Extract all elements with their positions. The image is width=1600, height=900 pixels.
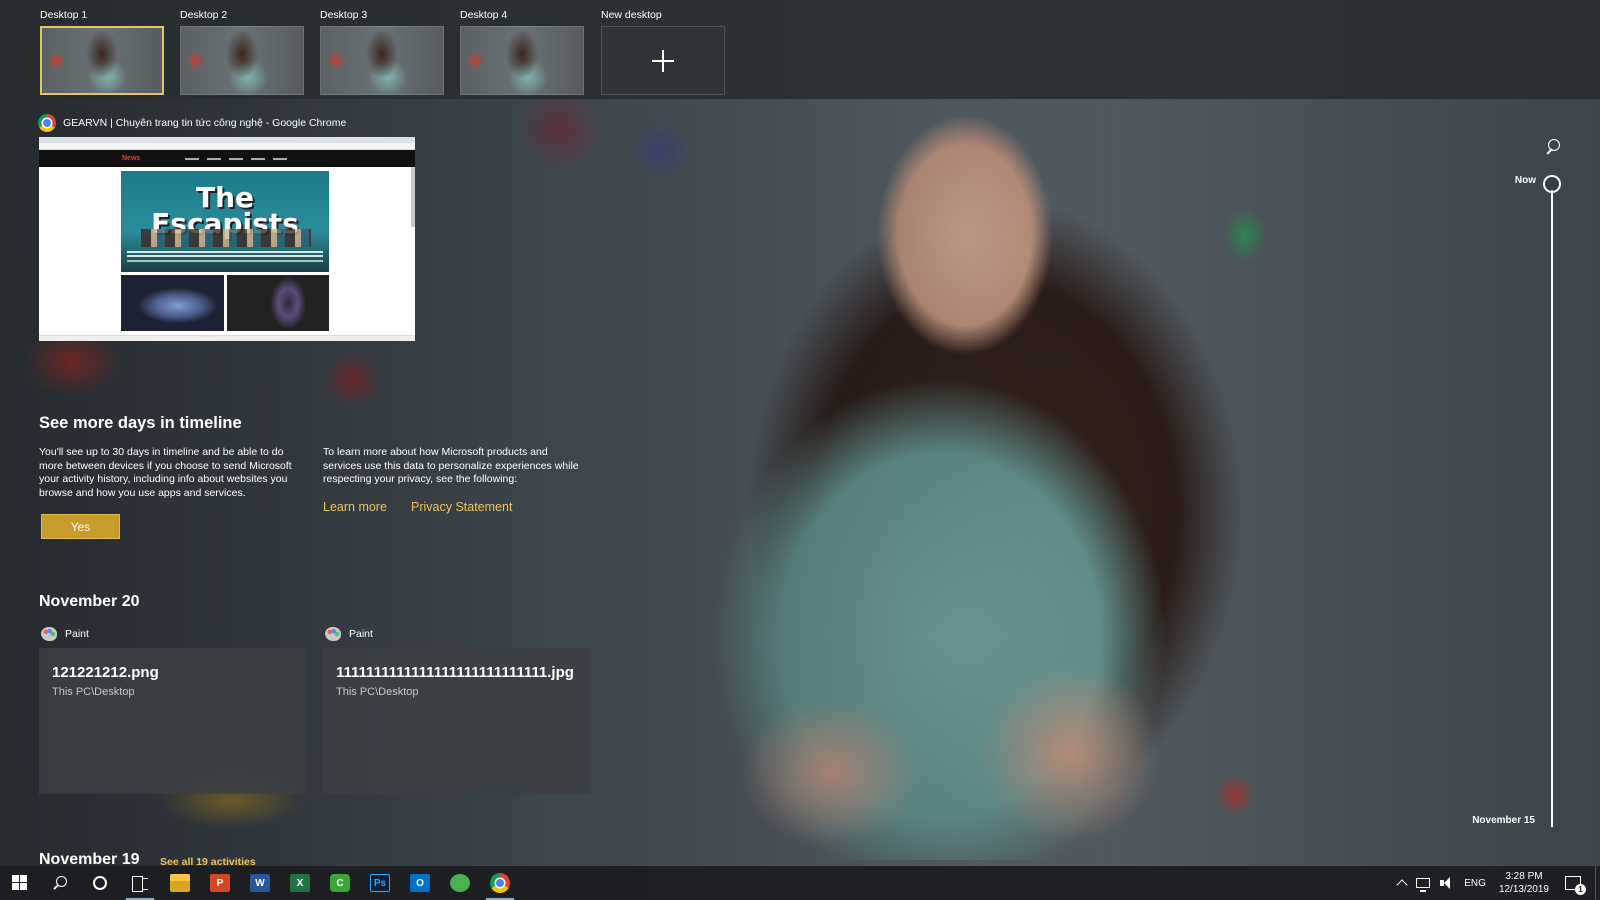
new-desktop-label: New desktop <box>601 9 662 21</box>
clock-time: 3:28 PM <box>1505 871 1543 882</box>
preview-article-tile <box>121 275 224 331</box>
taskbar-word[interactable]: W <box>240 866 280 900</box>
window-title: GEARVN | Chuyên trang tin tức công nghệ … <box>63 117 347 129</box>
preview-site-menu <box>185 157 288 160</box>
show-desktop-button[interactable] <box>1595 866 1600 900</box>
activity-app-label: Paint <box>325 627 373 641</box>
volume-button[interactable] <box>1435 866 1459 900</box>
system-tray: ENG 3:28 PM 12/13/2019 1 <box>1393 866 1600 900</box>
cortana-button[interactable] <box>80 866 120 900</box>
window-thumbnail[interactable]: News The Escapists <box>39 137 415 341</box>
show-hidden-icons-button[interactable] <box>1393 866 1411 900</box>
activity-location: This PC\Desktop <box>52 686 135 698</box>
taskbar-powerpoint[interactable]: P <box>200 866 240 900</box>
activity-title: 121221212.png <box>52 664 159 681</box>
virtual-desktops-bar: Desktop 1 Desktop 2 Desktop 3 Desktop 4 … <box>0 0 1600 99</box>
desktop-4[interactable]: Desktop 4 <box>460 8 586 95</box>
timeline-now-label: Now <box>1514 175 1536 186</box>
chrome-icon <box>490 873 510 893</box>
volume-icon <box>1440 877 1454 889</box>
section-date: November 20 <box>39 593 140 610</box>
action-center-button[interactable]: 1 <box>1557 866 1595 900</box>
preview-article-tile <box>227 275 329 331</box>
desktop-thumbnail[interactable] <box>320 26 444 95</box>
start-button[interactable] <box>0 866 40 900</box>
notification-icon: 1 <box>1565 876 1586 895</box>
promo-privacy-text: To learn more about how Microsoft produc… <box>323 446 579 485</box>
task-view-icon <box>132 876 148 892</box>
learn-more-link[interactable]: Learn more <box>323 500 387 514</box>
desktop-2[interactable]: Desktop 2 <box>180 8 306 95</box>
activity-card[interactable]: 121221212.png This PC\Desktop <box>39 648 306 794</box>
new-desktop-button[interactable] <box>601 26 725 95</box>
word-icon: W <box>250 874 270 892</box>
camtasia-icon: C <box>330 874 350 892</box>
chevron-up-icon <box>1396 879 1408 891</box>
taskbar: P W X C Ps O ENG 3:28 PM 12/13/2019 1 <box>0 866 1600 900</box>
preview-site-logo: News <box>122 155 141 162</box>
taskbar-camtasia[interactable]: C <box>320 866 360 900</box>
promo-description: You'll see up to 30 days in timeline and… <box>39 446 292 499</box>
taskbar-chrome[interactable] <box>480 866 520 900</box>
powerpoint-icon: P <box>210 874 230 892</box>
plus-icon <box>652 49 674 72</box>
file-explorer-icon <box>170 874 190 892</box>
taskbar-file-explorer[interactable] <box>160 866 200 900</box>
activity-location: This PC\Desktop <box>336 686 419 698</box>
network-button[interactable] <box>1411 866 1435 900</box>
activity-app-name: Paint <box>65 628 89 640</box>
windows-start-icon <box>12 875 28 891</box>
chrome-icon <box>38 114 56 132</box>
window-title-bar[interactable]: GEARVN | Chuyên trang tin tức công nghệ … <box>38 114 346 132</box>
desktop-label: Desktop 3 <box>320 9 368 21</box>
search-icon[interactable] <box>1543 139 1560 157</box>
new-desktop[interactable]: New desktop <box>601 8 727 95</box>
timeline-date-marker: November 15 <box>1472 815 1535 826</box>
preview-scrollbar <box>411 167 415 227</box>
network-icon <box>1416 878 1431 892</box>
desktop-thumbnail[interactable] <box>180 26 304 95</box>
desktop-thumbnail[interactable] <box>460 26 584 95</box>
taskbar-photoshop[interactable]: Ps <box>360 866 400 900</box>
preview-site-nav: News <box>39 150 415 167</box>
preview-hero-characters <box>141 229 311 247</box>
activity-title: 1111111111111111111111111111.jpg <box>336 664 574 681</box>
timeline-scrollbar-handle[interactable] <box>1543 175 1561 193</box>
privacy-statement-link[interactable]: Privacy Statement <box>411 500 512 514</box>
cortana-icon <box>93 876 107 890</box>
desktop-label: Desktop 2 <box>180 9 228 21</box>
preview-hero-caption <box>127 251 323 253</box>
clock-button[interactable]: 3:28 PM 12/13/2019 <box>1491 866 1557 900</box>
search-icon <box>53 876 67 890</box>
desktop-3[interactable]: Desktop 3 <box>320 8 446 95</box>
clock-date: 12/13/2019 <box>1498 884 1549 895</box>
input-language-button[interactable]: ENG <box>1459 866 1491 900</box>
desktop-thumbnail[interactable] <box>40 26 164 95</box>
desktop-1[interactable]: Desktop 1 <box>40 8 166 95</box>
taskbar-outlook[interactable]: O <box>400 866 440 900</box>
paint-icon <box>41 627 57 641</box>
activity-card[interactable]: 1111111111111111111111111111.jpg This PC… <box>323 648 590 794</box>
yes-button[interactable]: Yes <box>41 514 120 539</box>
desktop-label: Desktop 4 <box>460 9 508 21</box>
preview-hero-image: The Escapists <box>121 171 329 272</box>
taskbar-excel[interactable]: X <box>280 866 320 900</box>
excel-icon: X <box>290 874 310 892</box>
outlook-icon: O <box>410 874 430 892</box>
task-view-button[interactable] <box>120 866 160 900</box>
notification-count-badge: 1 <box>1575 884 1586 895</box>
preview-taskbar <box>39 335 415 341</box>
preview-address-bar <box>39 143 415 150</box>
green-app-icon <box>450 874 470 892</box>
paint-icon <box>325 627 341 641</box>
search-button[interactable] <box>40 866 80 900</box>
timeline-scrollbar-track[interactable] <box>1551 190 1553 827</box>
taskbar-green-app[interactable] <box>440 866 480 900</box>
promo-title: See more days in timeline <box>39 414 242 432</box>
activity-app-label: Paint <box>41 627 89 641</box>
photoshop-icon: Ps <box>370 874 390 892</box>
activity-app-name: Paint <box>349 628 373 640</box>
desktop-label: Desktop 1 <box>40 9 88 21</box>
